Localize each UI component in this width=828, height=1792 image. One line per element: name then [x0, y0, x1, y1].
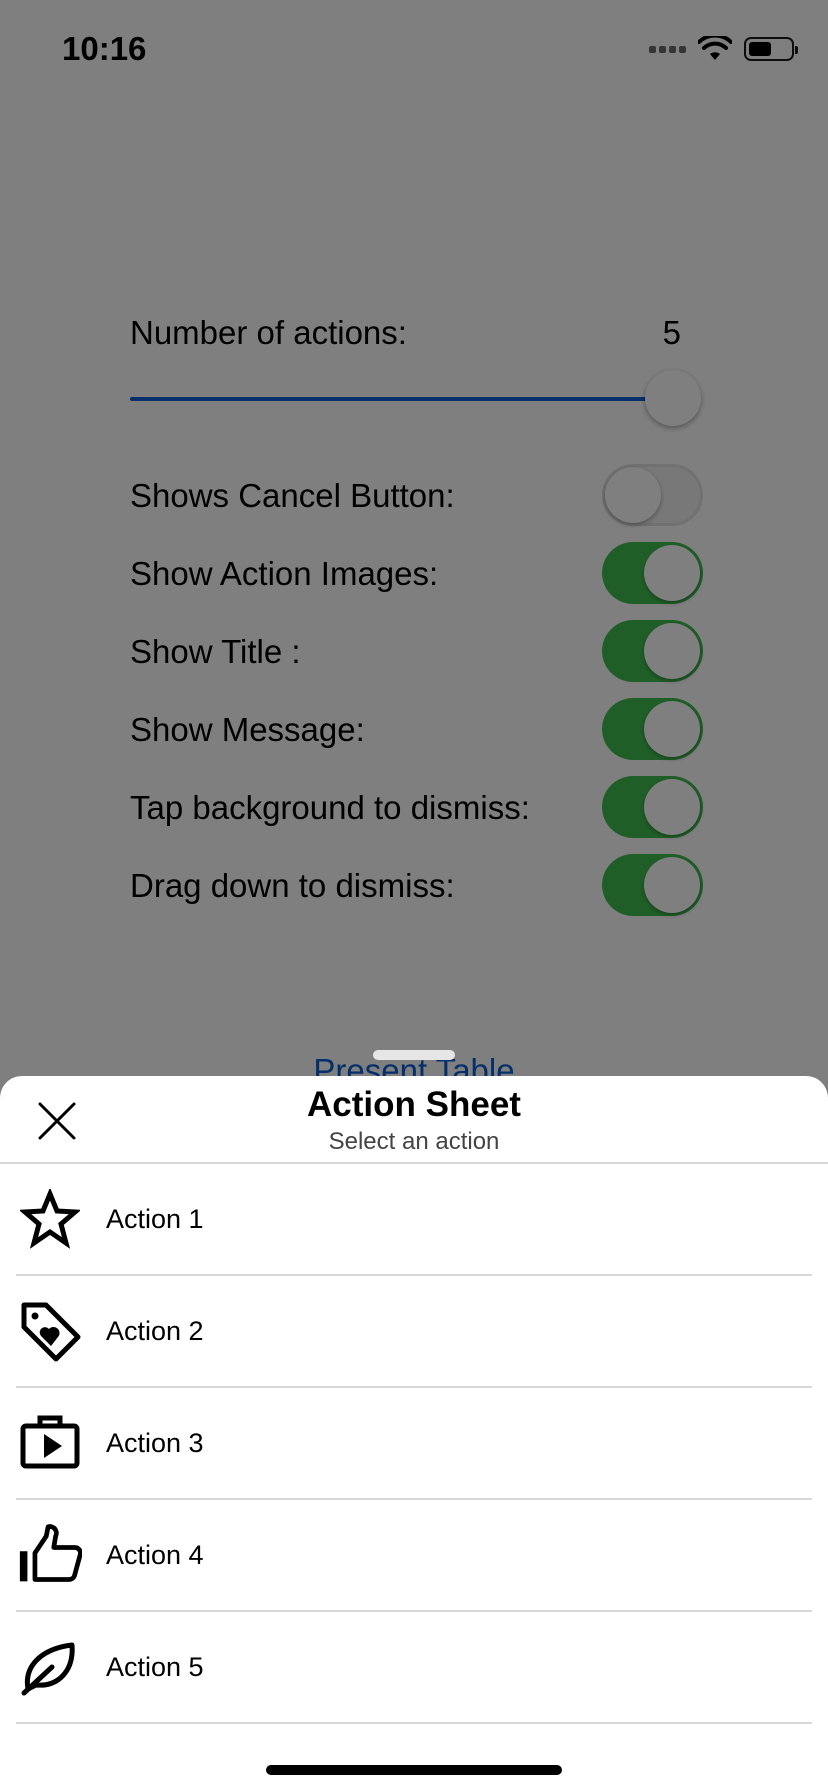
- action-label: Action 3: [106, 1427, 204, 1458]
- action-item-3[interactable]: Action 3: [16, 1388, 812, 1500]
- action-item-1[interactable]: Action 1: [16, 1164, 812, 1276]
- action-label: Action 4: [106, 1539, 204, 1570]
- action-item-2[interactable]: Action 2: [16, 1276, 812, 1388]
- action-label: Action 2: [106, 1315, 204, 1346]
- action-sheet-subtitle: Select an action: [328, 1128, 500, 1155]
- action-item-4[interactable]: Action 4: [16, 1500, 812, 1612]
- tag-heart-icon: [18, 1299, 82, 1363]
- briefcase-play-icon: [18, 1411, 82, 1475]
- action-sheet: Action Sheet Select an action Action 1 A…: [0, 1076, 828, 1792]
- leaf-icon: [18, 1635, 82, 1699]
- action-label: Action 1: [106, 1203, 204, 1234]
- action-item-5[interactable]: Action 5: [16, 1612, 812, 1724]
- action-sheet-title: Action Sheet: [307, 1085, 521, 1124]
- star-icon: [18, 1187, 82, 1251]
- sheet-grabber[interactable]: [373, 1050, 455, 1060]
- home-indicator[interactable]: [266, 1765, 562, 1775]
- action-label: Action 5: [106, 1651, 204, 1682]
- action-sheet-header: Action Sheet Select an action: [0, 1076, 828, 1164]
- thumbs-up-icon: [18, 1523, 82, 1587]
